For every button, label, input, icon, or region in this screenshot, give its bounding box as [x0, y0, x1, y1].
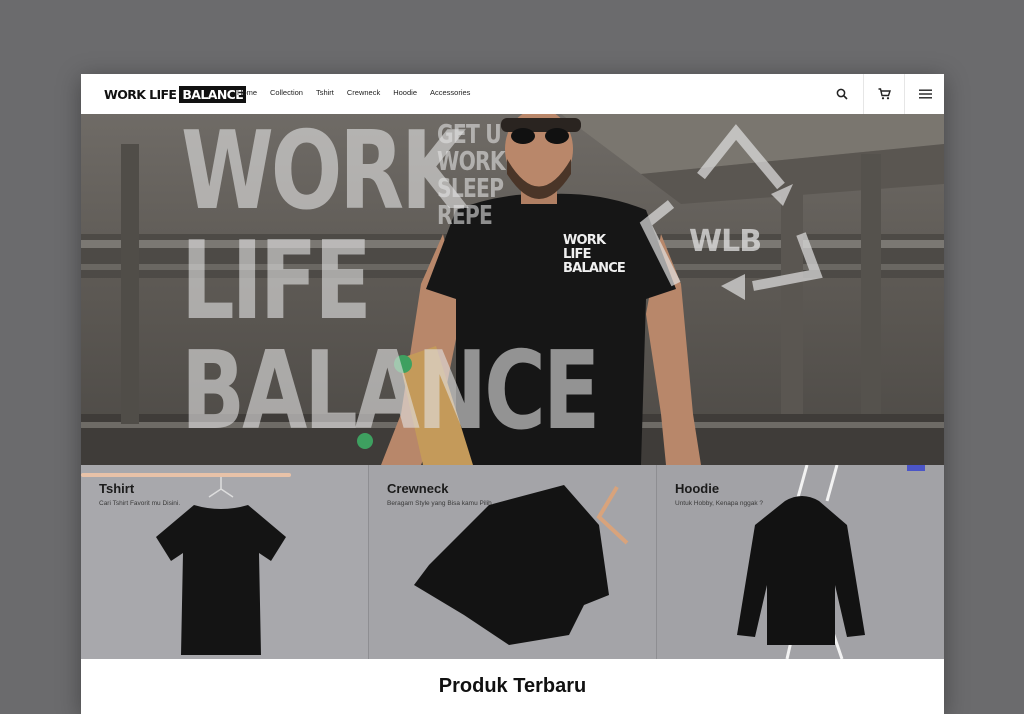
category-card-tshirt[interactable]: Tshirt Cari Tshirt Favorit mu Disini.: [81, 465, 369, 659]
category-card-hoodie[interactable]: Hoodie Untuk Hobby, Kenapa nggak ?: [657, 465, 944, 659]
nav-accessories[interactable]: Accessories: [430, 88, 470, 97]
shirt-print-line: BALANCE: [563, 261, 626, 276]
cart-icon: [878, 88, 891, 100]
cart-button[interactable]: [863, 74, 904, 114]
category-title: Tshirt: [99, 481, 135, 496]
category-card-crewneck[interactable]: Crewneck Beragam Style yang Bisa kamu Pi…: [369, 465, 657, 659]
hero-slogan-line: SLEEP: [437, 174, 504, 204]
category-grid: Tshirt Cari Tshirt Favorit mu Disini. Cr…: [81, 465, 944, 659]
nav-home[interactable]: Home: [237, 88, 257, 97]
brand-logo[interactable]: WORK LIFE BALANCE: [104, 85, 247, 103]
nav-hoodie[interactable]: Hoodie: [393, 88, 417, 97]
category-description: Beragam Style yang Bisa kamu Pilih.: [387, 500, 494, 507]
top-navbar: WORK LIFE BALANCE Home Collection Tshirt…: [81, 74, 944, 115]
main-menu: Home Collection Tshirt Crewneck Hoodie A…: [237, 88, 470, 97]
category-title: Hoodie: [675, 481, 720, 496]
hero-headline-line-2: LIFE: [181, 219, 372, 344]
menu-button[interactable]: [904, 74, 944, 114]
search-button[interactable]: [822, 74, 862, 114]
browser-window: WORK LIFE BALANCE Home Collection Tshirt…: [81, 74, 944, 714]
category-title: Crewneck: [387, 481, 449, 496]
hero-slogan-line: REPE: [437, 201, 493, 231]
shirt-print-line: WORK: [563, 233, 606, 248]
category-description: Cari Tshirt Favorit mu Disini.: [99, 500, 181, 507]
hero-slogan-line: WORK: [437, 147, 506, 177]
nav-collection[interactable]: Collection: [270, 88, 303, 97]
logo-text: WORK LIFE: [104, 86, 177, 102]
search-icon: [836, 88, 848, 100]
hero-slogan: GET U WORK SLEEP REPE: [437, 120, 506, 231]
hero-badge: WLB: [689, 224, 762, 259]
hero-headline-line-3: BALANCE: [181, 329, 600, 454]
hero-slogan-line: GET U: [437, 120, 502, 150]
shirt-print: WORK LIFE BALANCE: [563, 233, 626, 276]
nav-tshirt[interactable]: Tshirt: [316, 88, 334, 97]
hero-headline-line-1: WORK: [181, 114, 466, 234]
section-heading: Produk Terbaru: [438, 675, 587, 697]
hero-banner: WORK LIFE BALANCE GET U WORK SLEEP REPE …: [81, 114, 944, 465]
nav-crewneck[interactable]: Crewneck: [347, 88, 380, 97]
hamburger-menu-icon: [918, 89, 932, 99]
shirt-print-line: LIFE: [563, 247, 591, 262]
category-description: Untuk Hobby, Kenapa nggak ?: [675, 500, 764, 507]
